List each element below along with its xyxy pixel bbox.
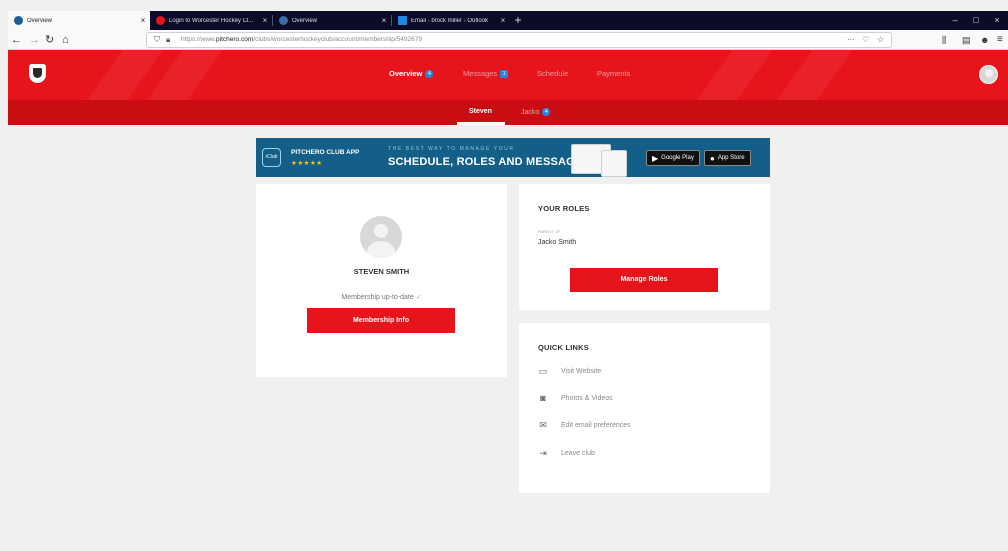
pocket-icon[interactable]: ♡ [862,35,869,45]
role-label: PARENT OF [538,230,561,234]
subnav-steven[interactable]: Steven [469,108,492,115]
camera-icon: ◙ [540,393,546,403]
banner-tagline: THE BEST WAY TO MANAGE YOUR [388,146,515,152]
quick-link-email-preferences[interactable]: ✉ Edit email preferences [538,420,630,430]
page-actions-icon[interactable]: ··· [847,35,855,45]
club-app-banner[interactable]: rClub PITCHERO CLUB APP ★★★★★ THE BEST W… [256,138,770,177]
tab-title: Email - brock miller - Outlook [411,17,489,24]
nav-schedule[interactable]: Schedule [537,69,568,78]
decorative-stripe [669,50,787,100]
pitchero-favicon-icon [14,16,23,25]
club-crest-logo[interactable] [29,64,46,83]
jacko-count-badge: 4 [542,108,551,116]
banner-headline: SCHEDULE, ROLES AND MESSAGES [388,156,590,168]
main-content [8,125,1008,551]
google-play-icon: ▶ [652,153,659,163]
home-button[interactable]: ⌂ [62,33,69,47]
quick-links-card: QUICK LINKS ▭ Visit Website ◙ Photos & V… [519,323,770,493]
app-store-button[interactable]: ● App Store [704,150,751,166]
manage-roles-button[interactable]: Manage Roles [570,268,718,292]
site-header: Overview 4 Messages 1 Schedule Payments [8,50,1008,100]
google-play-button[interactable]: ▶ Google Play [646,150,700,166]
member-subnav: Steven Jacko 4 [8,100,1008,125]
reload-button[interactable]: ↻ [45,33,54,47]
tab-title: Login to Worcester Hockey Cl... [169,17,254,24]
quick-link-photos-videos[interactable]: ◙ Photos & Videos [538,393,612,403]
quick-links-heading: QUICK LINKS [538,343,589,352]
messages-count-badge: 1 [500,69,509,78]
phone-mockup-image [601,150,627,177]
bookmark-star-icon[interactable]: ☆ [877,35,884,45]
outlook-favicon-icon [398,16,407,25]
close-tab-icon[interactable]: × [377,16,391,25]
new-tab-button[interactable]: + [512,11,524,30]
browser-tab-overview-2[interactable]: Overview × [273,11,391,30]
role-person[interactable]: Jacko Smith [538,239,576,246]
your-roles-card: YOUR ROLES PARENT OF Jacko Smith Manage … [519,184,770,310]
lock-icon[interactable]: 🔒︎ [166,35,170,45]
close-window-button[interactable]: × [987,11,1007,30]
rating-stars: ★★★★★ [291,160,323,167]
browser-navigation-bar: ← → ↻ ⌂ ⛉ 🔒︎ https://www.pitchero.com/cl… [8,30,1008,50]
app-title: PITCHERO CLUB APP [291,149,360,156]
nav-payments[interactable]: Payments [597,69,630,78]
forward-button[interactable]: → [29,33,40,47]
browser-window-icon: ▭ [538,366,548,376]
user-avatar[interactable] [979,65,998,84]
close-tab-icon[interactable]: × [258,16,272,25]
quick-link-leave-club[interactable]: ⇥ Leave club [538,449,595,458]
profile-avatar [360,216,402,258]
membership-status: Membership up-to-date ✓ [341,294,422,301]
nav-overview[interactable]: Overview 4 [389,69,434,78]
menu-icon[interactable]: ≡ [997,33,1003,47]
club-favicon-icon [156,16,165,25]
check-icon: ✓ [415,294,422,301]
account-icon[interactable]: ☻ [980,33,989,47]
sidebar-icon[interactable]: ▤ [962,33,971,47]
nav-messages[interactable]: Messages 1 [463,69,509,78]
club-app-icon: rClub [262,148,281,167]
pitchero-favicon-icon [279,16,288,25]
browser-tab-overview[interactable]: Overview × [8,11,150,30]
back-button[interactable]: ← [11,33,22,47]
url-text[interactable]: https://www.pitchero.com/clubs/worcester… [181,36,422,43]
exit-icon: ⇥ [539,448,547,458]
shield-icon[interactable]: ⛉ [154,35,160,45]
quick-link-visit-website[interactable]: ▭ Visit Website [538,367,601,376]
subnav-jacko[interactable]: Jacko 4 [521,108,551,116]
browser-tab-outlook[interactable]: Email - brock miller - Outlook × [392,11,510,30]
tab-title: Overview [27,17,53,24]
minimize-window-button[interactable]: – [945,11,965,30]
tab-title: Overview [292,17,318,24]
close-tab-icon[interactable]: × [136,16,150,25]
maximize-window-button[interactable]: □ [966,11,986,30]
browser-tab-login[interactable]: Login to Worcester Hockey Cl... × [150,11,272,30]
address-bar[interactable]: ⛉ 🔒︎ https://www.pitchero.com/clubs/worc… [146,32,892,48]
envelope-icon: ✉ [539,420,547,430]
library-icon[interactable]: ⫼ [942,33,946,47]
roles-heading: YOUR ROLES [538,204,590,213]
browser-tab-strip: Overview × Login to Worcester Hockey Cl.… [8,11,1008,30]
membership-info-button[interactable]: Membership Info [307,308,455,333]
overview-count-badge: 4 [425,69,434,78]
apple-icon: ● [710,153,715,163]
member-name: STEVEN SMITH [353,267,410,276]
profile-card: STEVEN SMITH Membership up-to-date ✓ Memb… [256,184,507,377]
close-tab-icon[interactable]: × [496,16,510,25]
